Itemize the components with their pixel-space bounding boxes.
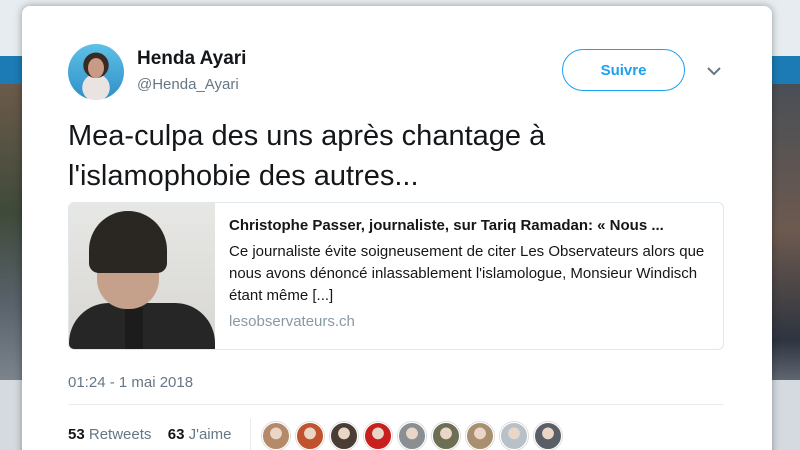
avatar-face: [88, 58, 104, 78]
avatar[interactable]: [68, 44, 124, 100]
link-domain: lesobservateurs.ch: [229, 313, 355, 330]
tweet-text: Mea-culpa des uns après chantage à l'isl…: [68, 120, 546, 192]
link-thumbnail-image: [69, 203, 215, 349]
link-preview-card[interactable]: Christophe Passer, journaliste, sur Tari…: [68, 202, 724, 350]
tweet-timestamp[interactable]: 01:24 - 1 mai 2018: [68, 374, 193, 391]
likes-label: J'aime: [188, 426, 232, 443]
liker-avatar-5[interactable]: [398, 422, 426, 450]
likes-count: 63: [167, 426, 185, 443]
follow-button[interactable]: Suivre: [562, 49, 685, 91]
tweet-modal: Henda Ayari @Henda_Ayari Suivre Mea-culp…: [22, 6, 772, 450]
retweets-count: 53: [68, 426, 85, 443]
retweets-label: Retweets: [88, 426, 152, 443]
liker-avatar-1[interactable]: [262, 422, 290, 450]
likes-stat[interactable]: 63 J'aime: [168, 426, 232, 443]
chevron-down-icon[interactable]: [706, 64, 722, 78]
liker-avatar-6[interactable]: [432, 422, 460, 450]
liker-avatar-3[interactable]: [330, 422, 358, 450]
divider: [68, 404, 724, 405]
liker-avatars: [262, 422, 562, 450]
liker-avatar-2[interactable]: [296, 422, 324, 450]
liker-avatar-4[interactable]: [364, 422, 392, 450]
user-handle[interactable]: @Henda_Ayari: [137, 76, 239, 93]
tweet-stats: 53 Retweets 63 J'aime: [68, 426, 231, 443]
link-title: Christophe Passer, journaliste, sur Tari…: [229, 217, 664, 234]
liker-avatar-7[interactable]: [466, 422, 494, 450]
link-description: Ce journaliste évite soigneusement de ci…: [229, 243, 705, 304]
user-name[interactable]: Henda Ayari: [137, 48, 246, 70]
thumbnail-shirt: [125, 307, 143, 349]
stats-separator: [250, 418, 251, 450]
liker-avatar-9[interactable]: [534, 422, 562, 450]
liker-avatar-8[interactable]: [500, 422, 528, 450]
retweets-stat[interactable]: 53 Retweets: [68, 426, 156, 443]
thumbnail-hair: [89, 211, 167, 273]
